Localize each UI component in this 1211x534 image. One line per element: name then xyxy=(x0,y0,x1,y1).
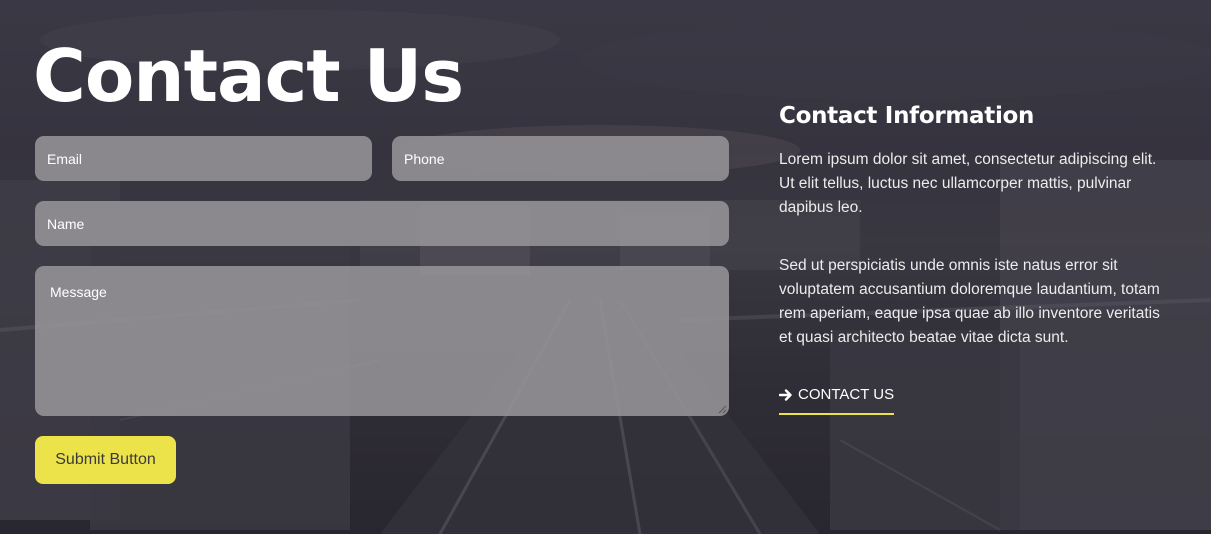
submit-button[interactable]: Submit Button xyxy=(35,436,176,484)
email-field[interactable]: Email xyxy=(35,136,372,181)
message-placeholder: Message xyxy=(50,284,107,300)
arrow-right-icon xyxy=(779,389,792,401)
contact-us-link[interactable]: CONTACT US xyxy=(779,383,895,415)
name-field[interactable]: Name xyxy=(35,201,729,246)
message-textarea[interactable]: Message xyxy=(35,266,729,416)
contact-info-paragraph-2: Sed ut perspiciatis unde omnis iste natu… xyxy=(779,257,1160,346)
resize-handle-icon[interactable] xyxy=(718,405,727,414)
phone-placeholder: Phone xyxy=(404,151,445,167)
phone-field[interactable]: Phone xyxy=(392,136,729,181)
name-placeholder: Name xyxy=(47,216,85,232)
email-placeholder: Email xyxy=(47,151,83,167)
contact-us-link-label: CONTACT US xyxy=(798,386,895,403)
contact-info-paragraph-1: Lorem ipsum dolor sit amet, consectetur … xyxy=(779,151,1157,216)
contact-info-title: Contact Information xyxy=(779,103,1035,129)
page-title: Contact Us xyxy=(33,34,464,118)
